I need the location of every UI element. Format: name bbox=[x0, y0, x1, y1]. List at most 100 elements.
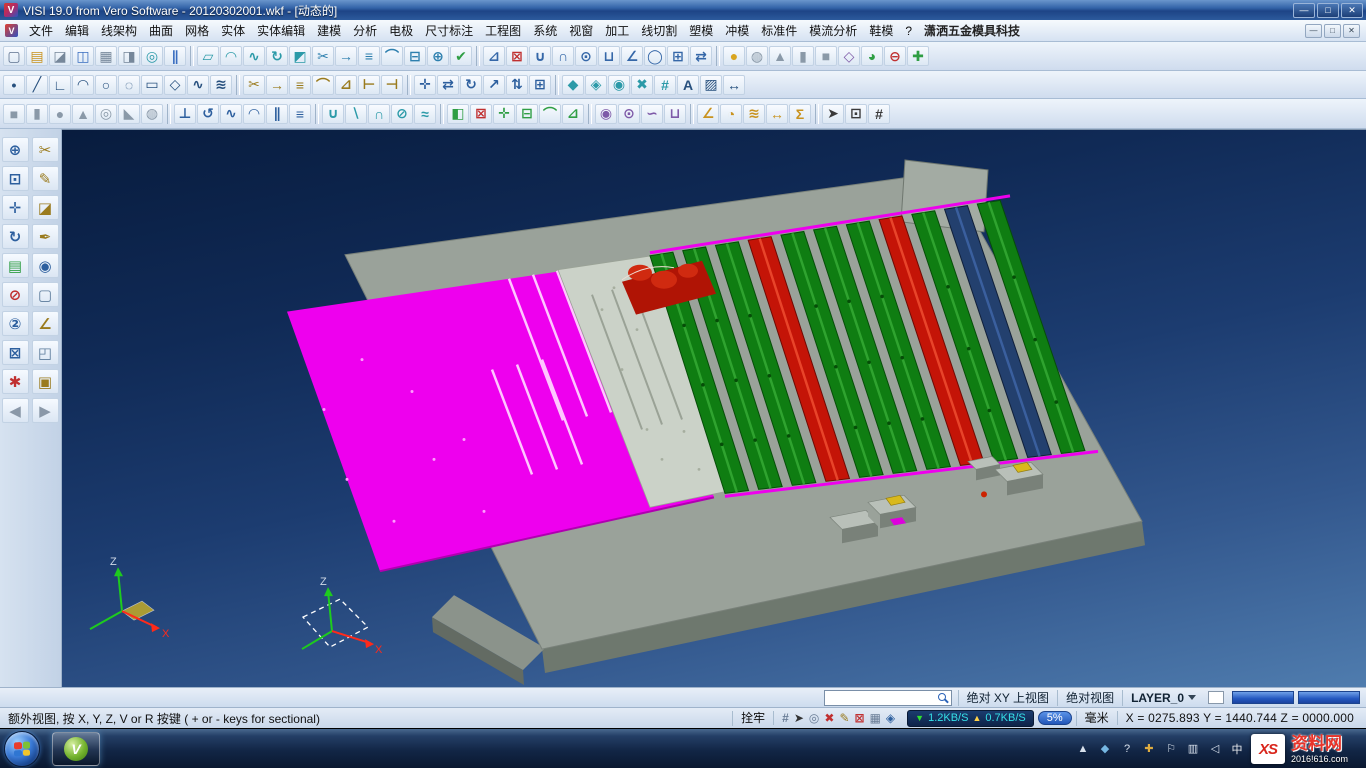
surface-revolve-icon[interactable]: ↻ bbox=[266, 46, 288, 66]
distance-measure-icon[interactable]: ↔ bbox=[766, 104, 788, 124]
network-tray-icon[interactable]: ▥ bbox=[1186, 742, 1200, 755]
refresh-icon[interactable]: ✱ bbox=[2, 369, 29, 394]
search-input[interactable] bbox=[828, 691, 936, 704]
curvature-analysis-icon[interactable]: ≋ bbox=[743, 104, 765, 124]
surface-patch-icon[interactable]: ◩ bbox=[289, 46, 311, 66]
spline-icon[interactable]: ∿ bbox=[187, 75, 209, 95]
intersect-icon[interactable]: ∩ bbox=[368, 104, 390, 124]
action-center-icon[interactable]: ⚐ bbox=[1164, 742, 1178, 755]
erase-icon[interactable]: ◪ bbox=[32, 195, 59, 220]
mirror-feature-icon[interactable]: ⇄ bbox=[690, 46, 712, 66]
rib-icon[interactable]: ∥ bbox=[266, 104, 288, 124]
primitive-wedge-icon[interactable]: ◣ bbox=[118, 104, 140, 124]
attribute-lock-icon[interactable]: ⊠ bbox=[2, 340, 29, 365]
draft-feature-icon[interactable]: ∠ bbox=[621, 46, 643, 66]
rectangle-icon[interactable]: ▭ bbox=[141, 75, 163, 95]
grid-toggle-icon[interactable]: # bbox=[868, 104, 890, 124]
cut-entity-icon[interactable]: ✂ bbox=[32, 137, 59, 162]
surface-join-icon[interactable]: ⊕ bbox=[427, 46, 449, 66]
surface-check-icon[interactable]: ✔ bbox=[450, 46, 472, 66]
trim-icon[interactable]: ✂ bbox=[243, 75, 265, 95]
second-view-icon[interactable]: ② bbox=[2, 311, 29, 336]
snap-status-icon[interactable]: # bbox=[782, 711, 789, 725]
primitive-box-icon[interactable]: ■ bbox=[3, 104, 25, 124]
solid-extrude-icon[interactable]: ⊿ bbox=[483, 46, 505, 66]
help-tray-icon[interactable]: ? bbox=[1120, 743, 1134, 755]
menu-item[interactable]: 电极 bbox=[383, 20, 419, 41]
sphere-tool-icon[interactable]: ● bbox=[723, 46, 745, 66]
viewport-canvas[interactable]: Z X Z X bbox=[62, 130, 1366, 687]
extrude-icon[interactable]: ⊥ bbox=[174, 104, 196, 124]
drawing-sheet-icon[interactable]: ▢ bbox=[32, 282, 59, 307]
snap-mid-icon[interactable]: ◈ bbox=[585, 75, 607, 95]
shell-feature-icon[interactable]: ◯ bbox=[644, 46, 666, 66]
primitive-torus-icon[interactable]: ◎ bbox=[95, 104, 117, 124]
menu-item[interactable]: ? bbox=[899, 22, 918, 40]
primitive-sphere-icon[interactable]: ● bbox=[49, 104, 71, 124]
array-icon[interactable]: ⊞ bbox=[529, 75, 551, 95]
hide-entity-icon[interactable]: ⊘ bbox=[2, 282, 29, 307]
ucs-triad[interactable]: Z X bbox=[302, 576, 383, 656]
surface-extend-icon[interactable]: → bbox=[335, 46, 357, 66]
snap-grid-icon[interactable]: # bbox=[654, 75, 676, 95]
mass-properties-icon[interactable]: Σ bbox=[789, 104, 811, 124]
pattern-feature-icon[interactable]: ⊞ bbox=[667, 46, 689, 66]
edit-mode-icon[interactable]: ✎ bbox=[839, 711, 849, 725]
lock-toggle[interactable]: 拴牢 bbox=[732, 711, 773, 726]
menu-item[interactable]: 建模 bbox=[311, 20, 347, 41]
print-icon[interactable]: ▦ bbox=[95, 46, 117, 66]
open-file-icon[interactable]: ▤ bbox=[26, 46, 48, 66]
menu-item[interactable]: 尺寸标注 bbox=[419, 20, 479, 41]
snap-center-icon[interactable]: ◉ bbox=[608, 75, 630, 95]
menu-item[interactable]: 鞋模 bbox=[863, 20, 899, 41]
break-icon[interactable]: ⊢ bbox=[358, 75, 380, 95]
offset-icon[interactable]: ≡ bbox=[289, 75, 311, 95]
start-button[interactable] bbox=[4, 731, 40, 767]
security-tray-icon[interactable]: ◆ bbox=[1098, 742, 1112, 755]
cylinder-tool-icon[interactable]: ▮ bbox=[792, 46, 814, 66]
face-delete-icon[interactable]: ⊠ bbox=[470, 104, 492, 124]
extend-icon[interactable]: → bbox=[266, 75, 288, 95]
polygon-icon[interactable]: ◇ bbox=[164, 75, 186, 95]
menu-item[interactable]: 实体编辑 bbox=[251, 20, 311, 41]
surface-split-icon[interactable]: ⊟ bbox=[404, 46, 426, 66]
section-view-icon[interactable]: ⊖ bbox=[884, 46, 906, 66]
hidden-icons-button[interactable]: ▲ bbox=[1076, 743, 1090, 755]
redo-view-icon[interactable]: ▶ bbox=[32, 398, 59, 423]
layer-selector[interactable]: LAYER_0 bbox=[1122, 690, 1204, 706]
primitive-cone-icon[interactable]: ▲ bbox=[72, 104, 94, 124]
menu-item[interactable]: 网格 bbox=[179, 20, 215, 41]
move-icon[interactable]: ✛ bbox=[414, 75, 436, 95]
layer-color-swatch[interactable] bbox=[1208, 691, 1224, 704]
menu-item[interactable]: 文件 bbox=[23, 20, 59, 41]
snapshot-icon[interactable]: ▣ bbox=[32, 369, 59, 394]
hatch-tool-icon[interactable]: ▨ bbox=[700, 75, 722, 95]
print-preview-icon[interactable]: ◨ bbox=[118, 46, 140, 66]
menu-item[interactable]: 标准件 bbox=[755, 20, 803, 41]
menu-brand[interactable]: 潇洒五金模具科技 bbox=[918, 20, 1026, 41]
menu-item[interactable]: 系统 bbox=[527, 20, 563, 41]
thickness-analysis-icon[interactable]: ◔ bbox=[720, 104, 742, 124]
arc-icon[interactable]: ◠ bbox=[72, 75, 94, 95]
undo-view-icon[interactable]: ◀ bbox=[2, 398, 29, 423]
copy-icon[interactable]: ⇄ bbox=[437, 75, 459, 95]
surface-plane-icon[interactable]: ▱ bbox=[197, 46, 219, 66]
menu-item[interactable]: 加工 bbox=[599, 20, 635, 41]
measure-tool-icon[interactable]: ✚ bbox=[907, 46, 929, 66]
new-file-icon[interactable]: ▢ bbox=[3, 46, 25, 66]
view-orientation-label[interactable]: 绝对 XY 上视图 bbox=[958, 690, 1057, 706]
snap-end-icon[interactable]: ◆ bbox=[562, 75, 584, 95]
menu-item[interactable]: 塑模 bbox=[683, 20, 719, 41]
rotate-icon[interactable]: ↻ bbox=[460, 75, 482, 95]
ucs-status-icon[interactable]: ◎ bbox=[809, 711, 819, 725]
thread-icon[interactable]: ∽ bbox=[641, 104, 663, 124]
hole-wizard-icon[interactable]: ⊙ bbox=[618, 104, 640, 124]
surface-trim-icon[interactable]: ✂ bbox=[312, 46, 334, 66]
surface-loft-icon[interactable]: ◠ bbox=[220, 46, 242, 66]
menu-item[interactable]: 线架构 bbox=[95, 20, 143, 41]
dimension-tool-icon[interactable]: ↔ bbox=[723, 75, 745, 95]
wireframe-mode-icon[interactable]: ◇ bbox=[838, 46, 860, 66]
search-box[interactable] bbox=[824, 690, 952, 706]
draft-analysis-icon[interactable]: ∠ bbox=[697, 104, 719, 124]
face-edit-icon[interactable]: ◧ bbox=[447, 104, 469, 124]
